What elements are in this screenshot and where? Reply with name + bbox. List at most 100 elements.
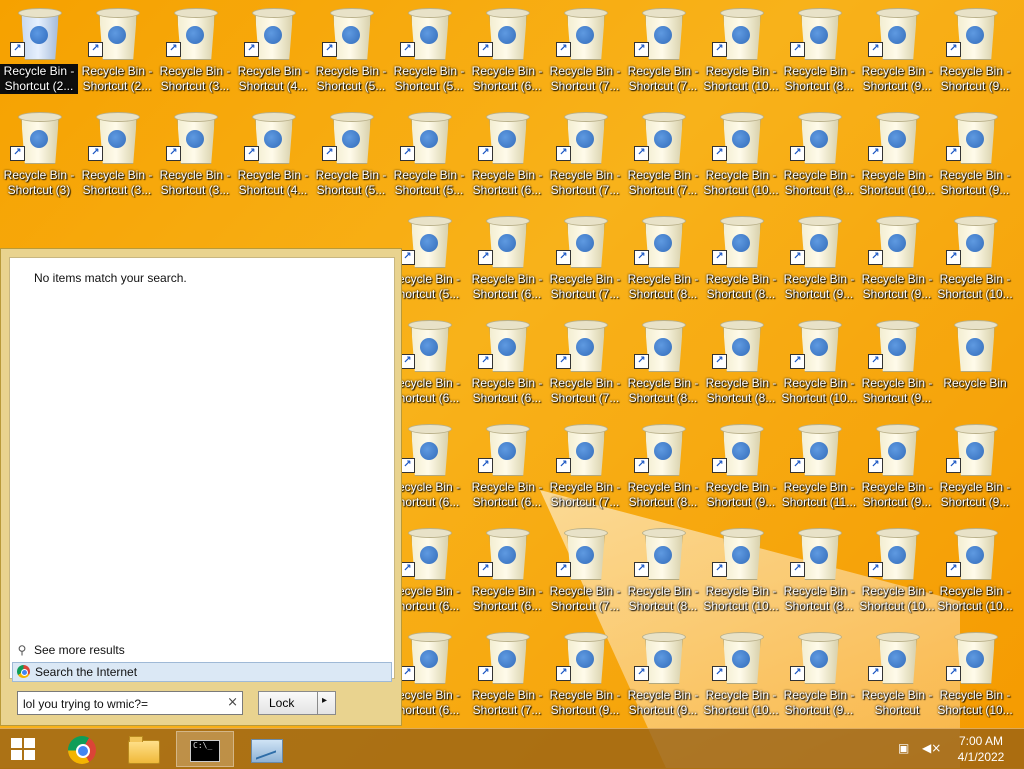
desktop-icon-recycle-bin[interactable]: ↗ Recycle Bin - Shortcut (6...: [468, 312, 546, 412]
recycle-bin-icon: ↗: [88, 112, 140, 164]
desktop-icon-recycle-bin[interactable]: ↗ Recycle Bin - Shortcut (10...: [780, 312, 858, 412]
desktop-icon-recycle-bin[interactable]: ↗ Recycle Bin - Shortcut (9...: [780, 208, 858, 308]
taskbar-command-prompt[interactable]: C:\_: [176, 731, 234, 767]
see-more-label: See more results: [34, 643, 125, 657]
desktop-icon-recycle-bin[interactable]: ↗ Recycle Bin - Shortcut (7...: [546, 416, 624, 516]
shortcut-arrow-icon: ↗: [478, 354, 493, 369]
volume-muted-icon[interactable]: ◀×: [922, 741, 941, 755]
desktop-icon-recycle-bin[interactable]: ↗ Recycle Bin - Shortcut (7...: [546, 0, 624, 100]
desktop-icon-recycle-bin[interactable]: ↗ Recycle Bin - Shortcut (5...: [312, 104, 390, 204]
desktop-icon-recycle-bin[interactable]: ↗ Recycle Bin - Shortcut (7...: [546, 312, 624, 412]
network-icon[interactable]: ▣: [898, 741, 912, 755]
shortcut-arrow-icon: ↗: [634, 666, 649, 681]
desktop-icon-recycle-bin[interactable]: ↗ Recycle Bin - Shortcut (7...: [624, 0, 702, 100]
desktop-icon-recycle-bin[interactable]: ↗ Recycle Bin - Shortcut (7...: [624, 104, 702, 204]
recycle-bin-icon: ↗: [790, 632, 842, 684]
desktop-icon-recycle-bin[interactable]: ↗ Recycle Bin - Shortcut (4...: [234, 0, 312, 100]
desktop-icon-recycle-bin[interactable]: ↗ Recycle Bin - Shortcut (8...: [624, 416, 702, 516]
recycle-bin-icon: ↗: [634, 216, 686, 268]
desktop-icon-recycle-bin[interactable]: ↗ Recycle Bin - Shortcut (8...: [780, 0, 858, 100]
desktop-icon-recycle-bin[interactable]: ↗ Recycle Bin - Shortcut (9...: [780, 624, 858, 724]
desktop-icon-recycle-bin[interactable]: ↗ Recycle Bin - Shortcut (6...: [468, 416, 546, 516]
taskbar-performance-monitor[interactable]: [238, 731, 296, 767]
shortcut-arrow-icon: ↗: [634, 354, 649, 369]
desktop-icon-recycle-bin[interactable]: ↗ Recycle Bin - Shortcut (7...: [546, 104, 624, 204]
desktop-icon-recycle-bin[interactable]: ↗ Recycle Bin - Shortcut (9...: [546, 624, 624, 724]
desktop-icon-recycle-bin[interactable]: ↗ Recycle Bin - Shortcut (9...: [702, 416, 780, 516]
desktop-icon-recycle-bin[interactable]: ↗ Recycle Bin - Shortcut (5...: [390, 104, 468, 204]
desktop-icon-recycle-bin[interactable]: ↗ Recycle Bin - Shortcut (9...: [936, 0, 1014, 100]
desktop-icon-label: Recycle Bin - Shortcut (6...: [471, 64, 543, 93]
desktop-icon-recycle-bin[interactable]: ↗ Recycle Bin - Shortcut (6...: [468, 520, 546, 620]
shortcut-arrow-icon: ↗: [790, 250, 805, 265]
desktop-icon-label: Recycle Bin - Shortcut (9...: [939, 64, 1011, 93]
search-input-box[interactable]: ×: [17, 691, 243, 715]
desktop-icon-recycle-bin[interactable]: ↗ Recycle Bin - Shortcut (7...: [546, 208, 624, 308]
shortcut-arrow-icon: ↗: [10, 146, 25, 161]
desktop-icon-recycle-bin[interactable]: ↗ Recycle Bin - Shortcut (9...: [936, 104, 1014, 204]
desktop-icon-recycle-bin[interactable]: ↗ Recycle Bin - Shortcut (6...: [468, 0, 546, 100]
desktop-icon-recycle-bin[interactable]: ↗ Recycle Bin - Shortcut (10...: [858, 520, 936, 620]
lock-button[interactable]: Lock ▸: [258, 691, 336, 715]
recycle-bin-icon: ↗: [478, 216, 530, 268]
desktop-icon-recycle-bin[interactable]: ↗ Recycle Bin - Shortcut (6...: [468, 208, 546, 308]
desktop-icon-recycle-bin[interactable]: ↗ Recycle Bin - Shortcut (3...: [156, 104, 234, 204]
taskbar-file-explorer[interactable]: [114, 731, 172, 767]
desktop-icon-recycle-bin[interactable]: ↗ Recycle Bin - Shortcut (10...: [702, 520, 780, 620]
desktop-icon-label: Recycle Bin - Shortcut (8...: [627, 376, 699, 405]
desktop-icon-label: Recycle Bin - Shortcut (8...: [705, 376, 777, 405]
recycle-bin-icon: ↗: [790, 424, 842, 476]
desktop-icon-recycle-bin[interactable]: ↗ Recycle Bin - Shortcut (9...: [624, 624, 702, 724]
magnifier-icon: ⚲: [17, 643, 27, 657]
system-clock[interactable]: 7:00 AM 4/1/2022: [955, 733, 1007, 765]
taskbar-chrome[interactable]: [52, 731, 110, 767]
desktop-icon-recycle-bin[interactable]: ↗ Recycle Bin - Shortcut (9...: [936, 416, 1014, 516]
desktop-icon-recycle-bin[interactable]: ↗ Recycle Bin - Shortcut (9...: [858, 208, 936, 308]
desktop-icon-recycle-bin[interactable]: ↗ Recycle Bin - Shortcut (8...: [624, 312, 702, 412]
desktop-icon-recycle-bin[interactable]: ↗ Recycle Bin - Shortcut (10...: [936, 624, 1014, 724]
clear-search-icon[interactable]: ×: [227, 695, 238, 710]
shortcut-arrow-icon: ↗: [556, 458, 571, 473]
desktop-icon-recycle-bin[interactable]: ↗ Recycle Bin - Shortcut (10...: [936, 520, 1014, 620]
desktop-icon-recycle-bin[interactable]: ↗ Recycle Bin - Shortcut (8...: [780, 104, 858, 204]
desktop-icon-recycle-bin[interactable]: ↗ Recycle Bin - Shortcut (5...: [312, 0, 390, 100]
desktop-icon-recycle-bin[interactable]: ↗ Recycle Bin - Shortcut (8...: [702, 208, 780, 308]
desktop-icon-recycle-bin[interactable]: ↗ Recycle Bin - Shortcut (3): [0, 104, 78, 204]
desktop-icon-recycle-bin[interactable]: ↗ Recycle Bin - Shortcut (10...: [702, 624, 780, 724]
desktop-icon-recycle-bin[interactable]: ↗ Recycle Bin - Shortcut (10...: [702, 104, 780, 204]
desktop-icon-recycle-bin[interactable]: ↗ Recycle Bin - Shortcut (9...: [858, 312, 936, 412]
desktop-icon-recycle-bin[interactable]: ↗ Recycle Bin - Shortcut (8...: [624, 520, 702, 620]
desktop-icon-recycle-bin[interactable]: ↗ Recycle Bin - Shortcut (10...: [936, 208, 1014, 308]
desktop-icon-recycle-bin[interactable]: ↗ Recycle Bin - Shortcut (11...: [780, 416, 858, 516]
recycle-bin-icon: ↗: [634, 112, 686, 164]
desktop-icon-recycle-bin[interactable]: ↗ Recycle Bin - Shortcut: [858, 624, 936, 724]
desktop-icon-label: Recycle Bin - Shortcut (10...: [937, 688, 1013, 717]
recycle-bin-icon: ↗: [244, 8, 296, 60]
desktop-icon-recycle-bin[interactable]: ↗ Recycle Bin - Shortcut (3...: [78, 104, 156, 204]
desktop-icon-recycle-bin[interactable]: ↗ Recycle Bin - Shortcut (5...: [390, 0, 468, 100]
desktop-icon-recycle-bin[interactable]: ↗ Recycle Bin - Shortcut (9...: [858, 0, 936, 100]
desktop-icon-recycle-bin[interactable]: ↗ Recycle Bin - Shortcut (10...: [702, 0, 780, 100]
see-more-results-link[interactable]: ⚲ See more results: [16, 643, 125, 657]
desktop-icon-recycle-bin[interactable]: ↗ Recycle Bin - Shortcut (7...: [468, 624, 546, 724]
search-internet-item[interactable]: Search the Internet: [12, 662, 392, 682]
desktop-icon-recycle-bin[interactable]: ↗ Recycle Bin - Shortcut (8...: [624, 208, 702, 308]
desktop-icon-label: Recycle Bin - Shortcut (9...: [627, 688, 699, 717]
desktop-icon-recycle-bin[interactable]: ↗ Recycle Bin - Shortcut (7...: [546, 520, 624, 620]
lock-options-arrow-icon[interactable]: ▸: [322, 695, 327, 706]
desktop-icon-recycle-bin[interactable]: ↗ Recycle Bin - Shortcut (10...: [858, 104, 936, 204]
recycle-bin-icon: ↗: [946, 424, 998, 476]
desktop-icon-recycle-bin[interactable]: ↗ Recycle Bin - Shortcut (2...: [0, 0, 78, 100]
desktop-icon-recycle-bin[interactable]: ↗ Recycle Bin - Shortcut (8...: [780, 520, 858, 620]
start-button[interactable]: [0, 731, 58, 767]
desktop-icon-recycle-bin[interactable]: Recycle Bin: [936, 312, 1014, 412]
desktop-icon-recycle-bin[interactable]: ↗ Recycle Bin - Shortcut (9...: [858, 416, 936, 516]
desktop-icon-label: Recycle Bin - Shortcut (8...: [783, 168, 855, 197]
desktop-icon-recycle-bin[interactable]: ↗ Recycle Bin - Shortcut (3...: [156, 0, 234, 100]
desktop-icon-recycle-bin[interactable]: ↗ Recycle Bin - Shortcut (4...: [234, 104, 312, 204]
desktop-icon-recycle-bin[interactable]: ↗ Recycle Bin - Shortcut (8...: [702, 312, 780, 412]
desktop-icon-recycle-bin[interactable]: ↗ Recycle Bin - Shortcut (6...: [468, 104, 546, 204]
search-input[interactable]: [21, 694, 221, 714]
desktop-icon-recycle-bin[interactable]: ↗ Recycle Bin - Shortcut (2...: [78, 0, 156, 100]
shortcut-arrow-icon: ↗: [868, 42, 883, 57]
